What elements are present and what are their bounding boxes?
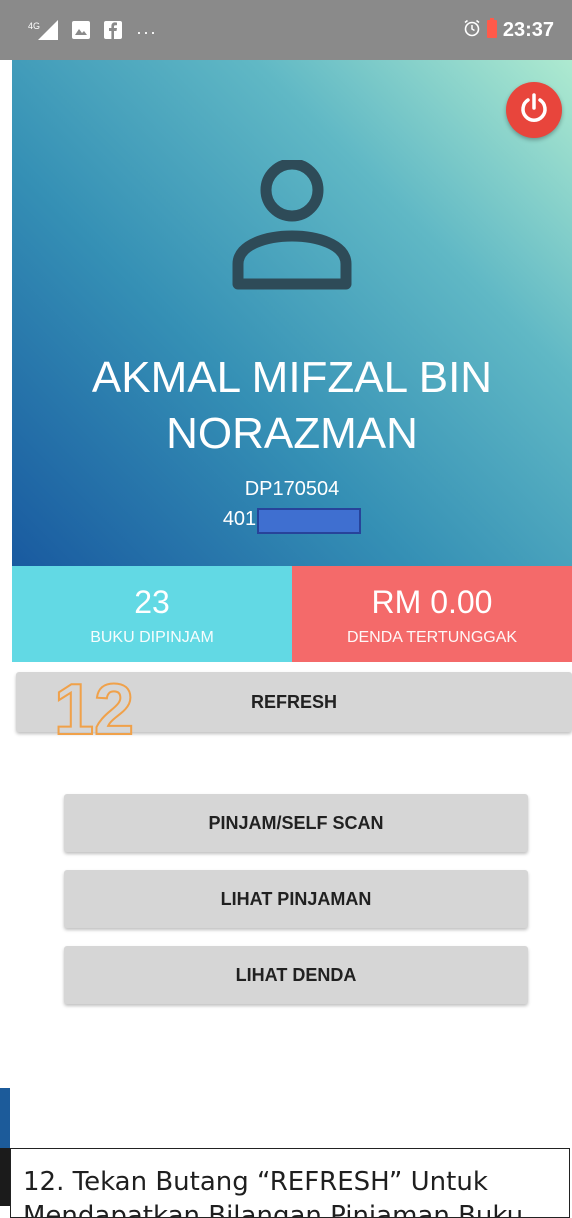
status-left: 4G ··· [28, 20, 157, 45]
user-name-line2: NORAZMAN [166, 409, 418, 458]
caption-line1: 12. Tekan Butang “REFRESH” Untuk [23, 1167, 488, 1197]
edge-decoration-blue [0, 1088, 10, 1148]
edge-decoration-dark [0, 1148, 10, 1206]
borrow-self-scan-button[interactable]: PINJAM/SELF SCAN [64, 794, 528, 852]
status-right: 23:37 [463, 18, 554, 43]
ic-number: 401 [222, 508, 257, 530]
power-icon [518, 92, 550, 129]
books-borrowed-count: 23 [134, 584, 170, 620]
redaction-box [257, 508, 362, 534]
logout-button[interactable] [506, 82, 562, 138]
status-bar: 4G ··· 23:37 [0, 0, 572, 60]
person-outline-icon [222, 158, 362, 295]
ic-number-row: 401 [12, 508, 572, 534]
student-id: DP170504 [244, 478, 340, 500]
view-loans-button[interactable]: LIHAT PINJAMAN [64, 870, 528, 928]
outstanding-fine-amount: RM 0.00 [371, 584, 493, 620]
profile-header: AKMAL MIFZAL BIN NORAZMAN DP170504 401 [12, 60, 572, 566]
svg-text:4G: 4G [28, 21, 40, 31]
alarm-icon [463, 19, 481, 42]
user-name: AKMAL MIFZAL BIN NORAZMAN [12, 350, 572, 462]
outstanding-fine-label: DENDA TERTUNGGAK [346, 629, 518, 646]
books-borrowed-label: BUKU DIPINJAM [90, 629, 214, 646]
view-fines-button[interactable]: LIHAT DENDA [64, 946, 528, 1004]
user-name-line1: AKMAL MIFZAL BIN [91, 353, 493, 402]
step-number-annotation: 12 [53, 669, 135, 751]
stats-row: 23 BUKU DIPINJAM RM 0.00 DENDA TERTUNGGA… [12, 566, 572, 662]
outstanding-fine-tile: RM 0.00 DENDA TERTUNGGAK [292, 566, 572, 662]
signal-icon: 4G [28, 20, 58, 45]
caption-line2: Mendapatkan Bilangan Pinjaman Buku [23, 1201, 524, 1218]
books-borrowed-tile: 23 BUKU DIPINJAM [12, 566, 292, 662]
battery-low-icon [486, 18, 497, 43]
instruction-caption: 12. Tekan Butang “REFRESH” Untuk Mendapa… [10, 1148, 570, 1218]
more-notifications: ··· [136, 22, 157, 42]
facebook-icon [104, 21, 122, 44]
clock: 23:37 [502, 19, 554, 41]
gallery-icon [72, 21, 90, 44]
